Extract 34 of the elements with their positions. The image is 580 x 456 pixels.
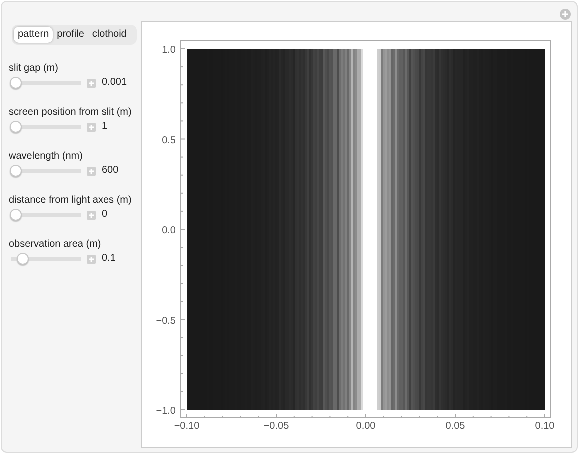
y-tick-label: 1.0 <box>162 45 176 56</box>
x-tick-label: 0.00 <box>356 421 376 432</box>
slider-value: 0 <box>102 209 108 221</box>
slider-label: distance from light axes (m) <box>9 195 133 207</box>
slider-label: slit gap (m) <box>9 63 60 75</box>
tab[interactable]: pattern <box>14 27 54 43</box>
slider-value: 0.1 <box>102 253 116 265</box>
add-icon[interactable] <box>560 9 571 20</box>
slider-label: screen position from slit (m) <box>9 107 133 119</box>
slider-value: 1 <box>102 121 108 133</box>
x-tick-label: 0.05 <box>446 421 466 432</box>
slider-label: wavelength (nm) <box>9 151 84 163</box>
x-tick-label: −0.10 <box>174 421 200 432</box>
tab[interactable]: profile <box>53 27 88 43</box>
x-tick-label: −0.05 <box>264 421 290 432</box>
slider-thumb[interactable] <box>16 253 29 265</box>
plus-icon[interactable] <box>87 166 96 176</box>
x-tick-label: 0.10 <box>535 421 555 432</box>
y-tick-label: 0.0 <box>162 226 176 236</box>
slider-thumb[interactable] <box>10 209 22 221</box>
slider-thumb[interactable] <box>10 165 22 177</box>
plus-icon[interactable] <box>87 210 96 220</box>
y-tick-label: 0.5 <box>162 135 176 146</box>
slider-value: 600 <box>102 165 119 177</box>
plus-icon[interactable] <box>87 254 96 264</box>
y-tick-label: −1.0 <box>156 406 176 417</box>
slider-value: 0.001 <box>102 77 128 89</box>
y-tick-label: −0.5 <box>156 316 176 327</box>
plus-icon[interactable] <box>87 78 96 88</box>
slider-thumb[interactable] <box>10 121 22 133</box>
slider-thumb[interactable] <box>10 77 22 89</box>
slider-label: observation area (m) <box>9 239 102 251</box>
tab[interactable]: clothoid <box>88 27 131 43</box>
plus-icon[interactable] <box>87 122 96 132</box>
